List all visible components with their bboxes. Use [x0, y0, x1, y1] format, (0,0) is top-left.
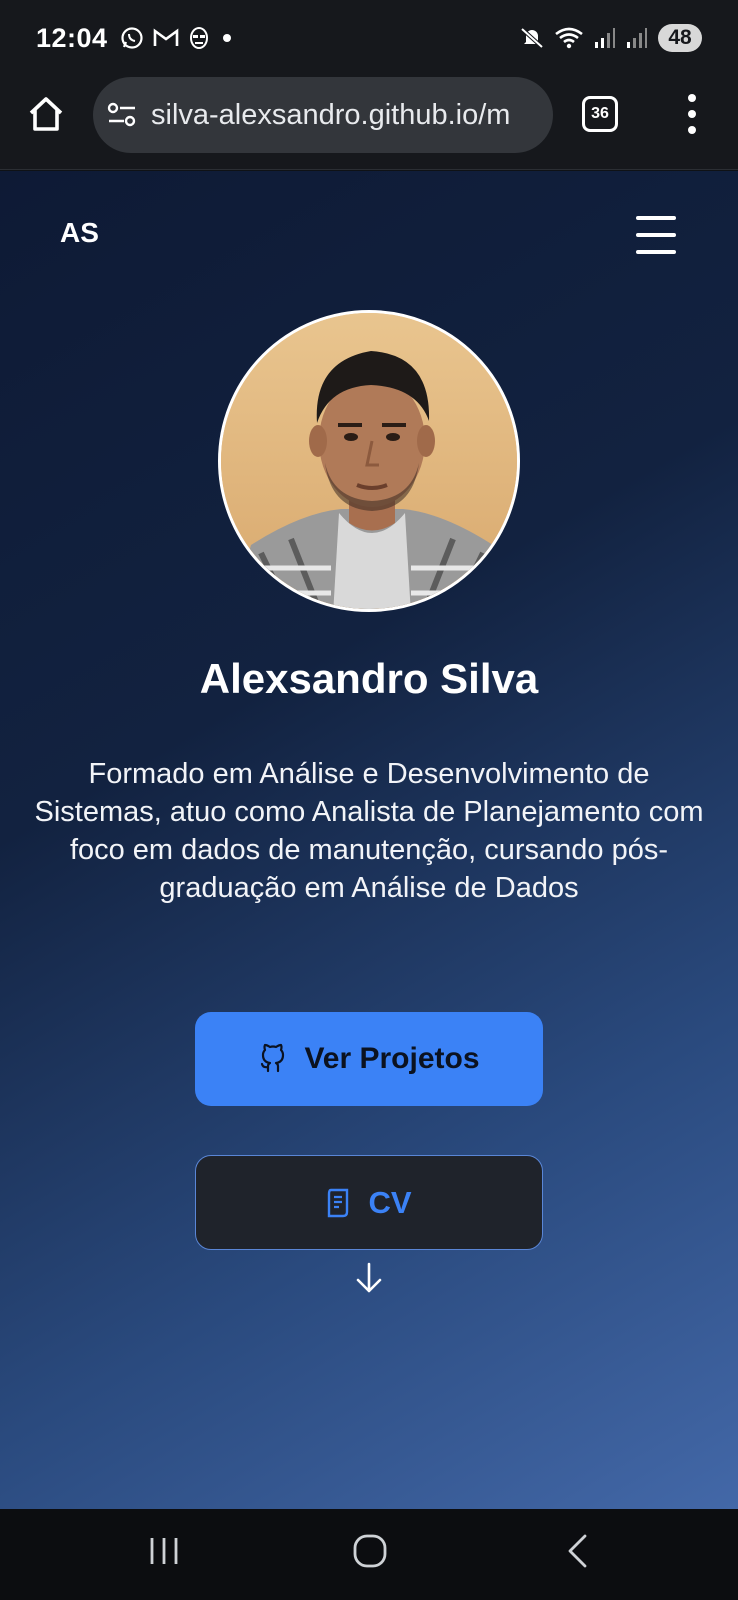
cv-label: CV — [368, 1184, 412, 1220]
profile-photo — [221, 313, 517, 609]
site-settings-icon[interactable] — [107, 102, 137, 128]
github-icon — [261, 1043, 285, 1073]
recent-apps-icon[interactable] — [146, 1535, 182, 1567]
page-content: AS Alexsandro Silva Formado em Análise e… — [0, 171, 738, 1509]
gmail-icon — [153, 28, 178, 46]
scroll-down-arrow-icon[interactable] — [355, 1262, 383, 1294]
browser-toolbar: silva-alexsandro.github.io/m 36 — [0, 76, 738, 170]
mute-icon — [520, 27, 544, 49]
notification-face-icon — [189, 27, 208, 49]
wifi-icon — [555, 27, 583, 49]
document-icon — [328, 1188, 349, 1217]
site-logo[interactable]: AS — [60, 217, 99, 249]
dot-icon — [222, 34, 231, 42]
profile-bio: Formado em Análise e Desenvolvimento de … — [34, 758, 704, 904]
signal-icon — [595, 28, 615, 48]
avatar — [218, 310, 520, 612]
view-projects-button[interactable]: Ver Projetos — [195, 1012, 543, 1106]
address-bar[interactable]: silva-alexsandro.github.io/m — [93, 77, 553, 153]
profile-name: Alexsandro Silva — [199, 655, 539, 702]
hamburger-menu-icon[interactable] — [636, 216, 676, 254]
battery-indicator: 48 — [658, 24, 702, 52]
view-projects-label: Ver Projetos — [304, 1042, 480, 1075]
notification-icons — [120, 26, 235, 50]
status-right: 48 — [520, 24, 702, 52]
status-time: 12:04 — [36, 22, 108, 53]
back-icon[interactable] — [566, 1533, 588, 1569]
status-bar: 12:04 48 — [0, 0, 738, 76]
cv-button[interactable]: CV — [195, 1155, 543, 1250]
tab-switcher-button[interactable]: 36 — [582, 96, 618, 132]
signal-icon — [627, 28, 647, 48]
whatsapp-icon — [120, 27, 143, 49]
home-nav-icon[interactable] — [352, 1533, 388, 1569]
more-options-icon[interactable] — [684, 92, 700, 136]
system-navigation-bar — [0, 1509, 738, 1600]
url-text: silva-alexsandro.github.io/m — [151, 98, 511, 131]
home-icon[interactable] — [26, 94, 66, 134]
